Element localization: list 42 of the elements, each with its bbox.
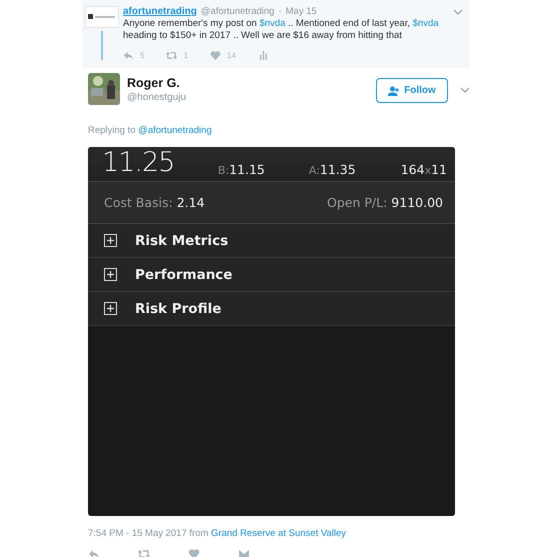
- tweet-text: Anyone remember's my post on $nvda .. Mentioned end of last year, $nvda heading to $150+ in 2017 .. Well we are $16 away from hitting that: [123, 18, 440, 42]
- bid-ask-size: 164x11: [400, 162, 447, 177]
- expandable-section[interactable]: Performance: [88, 258, 455, 292]
- bid-price: B:11.15: [218, 162, 265, 177]
- retweet-icon[interactable]: [138, 548, 150, 557]
- plus-box-icon: [104, 302, 117, 315]
- author-name[interactable]: afortunetrading: [123, 6, 197, 17]
- envelope-icon[interactable]: [238, 548, 250, 557]
- chevron-icon[interactable]: [460, 86, 470, 94]
- action-count: 5: [140, 51, 144, 60]
- reply-icon[interactable]: [88, 548, 100, 557]
- cost-basis: Cost Basis: 2.14: [104, 195, 205, 210]
- user-name[interactable]: Roger G.: [127, 76, 186, 90]
- cashtag-link[interactable]: $nvda: [412, 18, 439, 29]
- heart-icon[interactable]: [210, 50, 221, 61]
- stats-icon[interactable]: [258, 50, 269, 61]
- add-user-icon: [388, 86, 400, 96]
- follow-button[interactable]: Follow: [376, 78, 448, 103]
- replying-to-text: Replying to @afortunetrading: [88, 125, 213, 136]
- tweet-date: May 15: [286, 6, 317, 17]
- location-link[interactable]: Grand Reserve at Sunset Valley: [211, 528, 346, 539]
- timestamp: 7:54 PM - 15 May 2017 from: [88, 528, 210, 539]
- separator-dot: ·: [278, 6, 282, 17]
- expandable-section[interactable]: Risk Profile: [88, 292, 455, 326]
- last-price: 11.25: [102, 149, 174, 177]
- ask-price: A:11.35: [308, 162, 356, 177]
- avatar[interactable]: [88, 73, 120, 105]
- action-count: 1: [183, 51, 188, 60]
- open-pl: Open P/L: 9110.00: [327, 195, 443, 210]
- reply-icon[interactable]: [123, 50, 134, 61]
- action-count: 14: [226, 51, 236, 60]
- avatar[interactable]: [85, 6, 119, 28]
- chevron-icon[interactable]: [453, 8, 463, 16]
- plus-box-icon: [104, 268, 117, 281]
- cashtag-link[interactable]: $nvda: [259, 18, 286, 29]
- mention-link[interactable]: @afortunetrading: [138, 125, 212, 136]
- author-handle: @afortunetrading: [200, 6, 274, 17]
- user-handle: @honestguju: [127, 92, 186, 103]
- expandable-section[interactable]: Risk Metrics: [88, 224, 455, 258]
- plus-box-icon: [104, 234, 117, 247]
- heart-icon[interactable]: [188, 548, 200, 557]
- retweet-icon[interactable]: [166, 50, 178, 61]
